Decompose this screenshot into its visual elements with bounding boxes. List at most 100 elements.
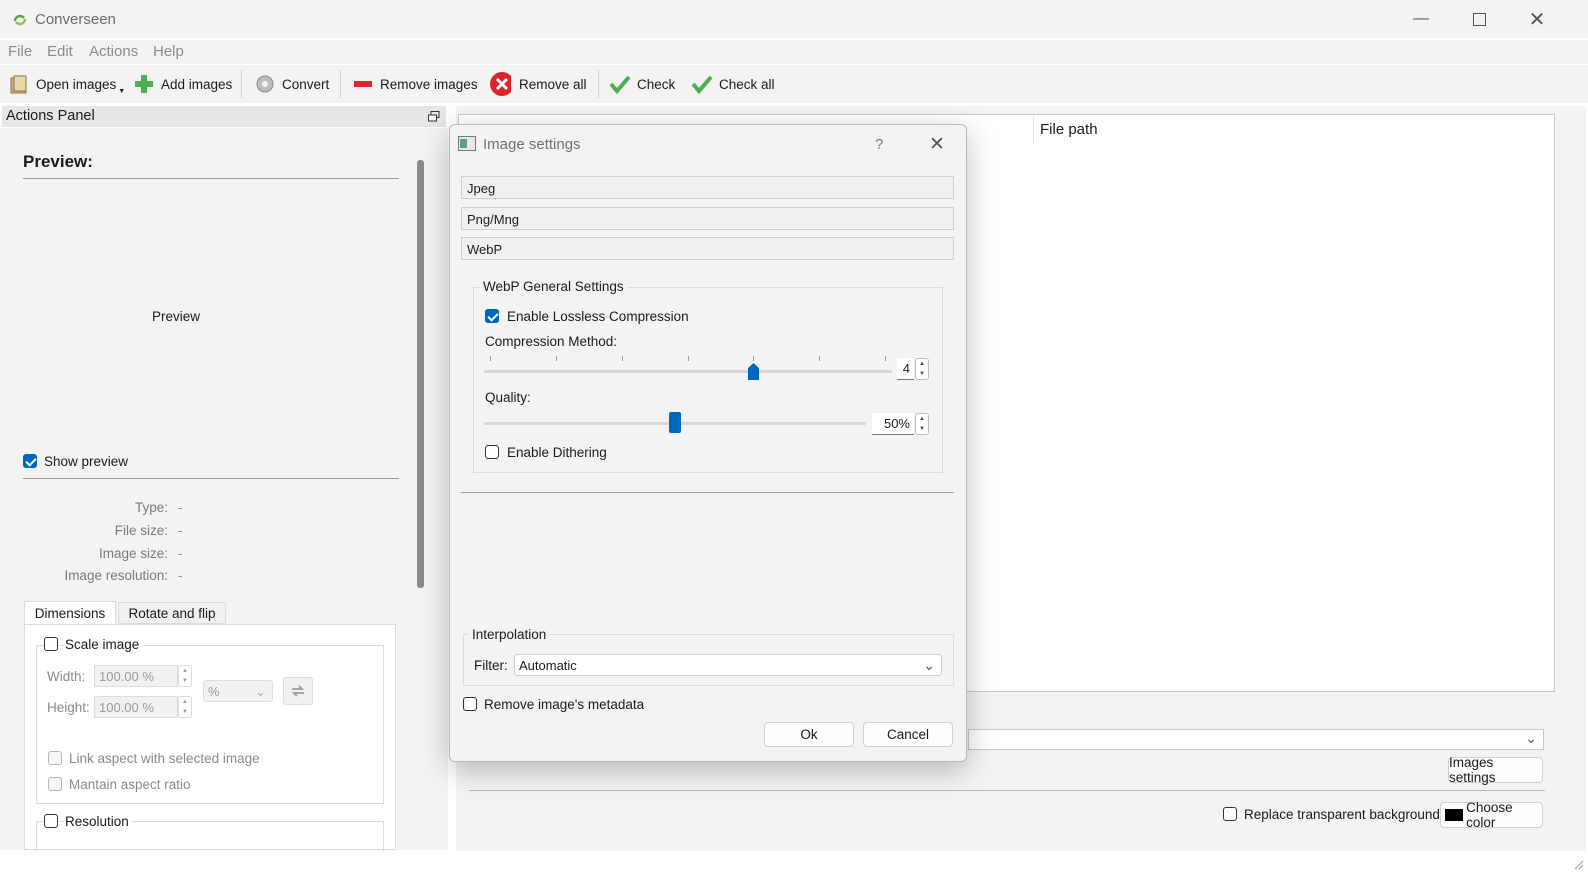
height-input[interactable]: 100.00 %: [94, 696, 178, 718]
add-images-label: Add images: [161, 76, 233, 92]
swap-icon: [291, 685, 305, 697]
close-icon: ✕: [1528, 8, 1546, 31]
resolution-checkbox[interactable]: [44, 814, 58, 828]
quality-input[interactable]: 50%: [872, 413, 914, 435]
show-preview-checkbox[interactable]: [23, 454, 37, 468]
remove-metadata-label: Remove image's metadata: [484, 697, 645, 712]
enable-lossless-label: Enable Lossless Compression: [507, 309, 689, 324]
choose-color-button[interactable]: Choose color: [1440, 800, 1543, 830]
compression-method-slider[interactable]: [484, 353, 892, 383]
slider-tick: [490, 356, 491, 361]
filter-select[interactable]: Automatic ⌄: [514, 654, 942, 676]
check-all-label: Check all: [719, 76, 775, 92]
section-png-mng[interactable]: Png/Mng: [461, 207, 954, 230]
slider-tick: [753, 356, 754, 361]
resize-grip-icon[interactable]: [1574, 858, 1584, 870]
filter-value: Automatic: [519, 658, 577, 673]
dialog-app-icon: [458, 136, 476, 151]
section-webp[interactable]: WebP: [461, 237, 954, 260]
menu-file[interactable]: File: [8, 43, 32, 60]
divider: [469, 790, 1545, 791]
unit-select[interactable]: % ⌄: [203, 680, 273, 702]
toolbar-separator: [340, 70, 341, 98]
dialog-title: Image settings: [483, 136, 581, 153]
image-size-value: -: [178, 546, 183, 561]
scale-image-checkbox[interactable]: [44, 637, 58, 651]
remove-all-button[interactable]: Remove all: [489, 70, 587, 98]
width-input[interactable]: 100.00 %: [94, 665, 178, 687]
close-window-button[interactable]: ✕: [1514, 4, 1560, 34]
quality-label: Quality:: [485, 390, 531, 405]
compression-method-input[interactable]: 4: [897, 358, 914, 380]
down-arrow-icon: ▼: [919, 371, 925, 377]
compression-method-label: Compression Method:: [485, 334, 618, 349]
slider-tick: [819, 356, 820, 361]
gear-icon: [254, 73, 276, 95]
minimize-button[interactable]: —: [1398, 4, 1444, 34]
slider-thumb[interactable]: [669, 412, 681, 433]
file-size-label: File size:: [114, 523, 168, 538]
preview-placeholder: Preview: [152, 309, 201, 324]
minus-icon: [352, 73, 374, 95]
cancel-button[interactable]: Cancel: [863, 722, 953, 747]
slider-track: [484, 370, 892, 373]
actions-panel-scrollbar[interactable]: [417, 160, 424, 588]
width-stepper[interactable]: ▲ ▼: [178, 665, 192, 687]
slider-tick: [556, 356, 557, 361]
dialog-close-button[interactable]: ✕: [929, 133, 945, 156]
enable-dithering-checkbox[interactable]: [485, 445, 499, 459]
compression-method-stepper[interactable]: ▲ ▼: [915, 358, 929, 380]
dialog-help-button[interactable]: ?: [875, 136, 883, 153]
remove-all-icon: [489, 72, 511, 96]
images-settings-button[interactable]: Images settings: [1448, 755, 1543, 785]
image-resolution-label: Image resolution:: [64, 568, 168, 583]
tab-rotate-and-flip[interactable]: Rotate and flip: [118, 602, 226, 624]
check-all-button[interactable]: Check all: [691, 70, 775, 98]
scale-image-label: Scale image: [65, 637, 143, 652]
swap-dimensions-button[interactable]: [283, 677, 313, 705]
down-arrow-icon: ▼: [182, 678, 188, 684]
file-path-column-header[interactable]: File path: [1040, 121, 1098, 138]
menu-actions[interactable]: Actions: [89, 43, 138, 60]
ok-button[interactable]: Ok: [764, 722, 854, 747]
maximize-button[interactable]: [1456, 4, 1502, 34]
plus-icon: [133, 73, 155, 95]
open-folder-icon: [8, 73, 30, 95]
remove-images-button[interactable]: Remove images: [352, 70, 478, 98]
output-format-select[interactable]: ⌄: [968, 729, 1544, 750]
down-arrow-icon: ▼: [919, 426, 925, 432]
check-button[interactable]: Check: [609, 70, 675, 98]
open-images-button[interactable]: Open images ▼: [8, 70, 125, 98]
choose-color-label: Choose color: [1466, 800, 1513, 830]
preview-heading: Preview:: [23, 152, 93, 171]
app-logo-icon: [12, 12, 28, 28]
float-panel-icon[interactable]: [428, 110, 440, 122]
quality-stepper[interactable]: ▲ ▼: [915, 413, 929, 435]
enable-lossless-checkbox[interactable]: [485, 309, 499, 323]
menu-help[interactable]: Help: [153, 43, 184, 60]
chevron-down-icon: ⌄: [255, 684, 266, 699]
maintain-aspect-checkbox[interactable]: [48, 777, 62, 791]
section-jpeg[interactable]: Jpeg: [461, 176, 954, 199]
remove-metadata-checkbox[interactable]: [463, 697, 477, 711]
color-swatch: [1445, 809, 1464, 821]
remove-all-label: Remove all: [519, 76, 587, 92]
add-images-button[interactable]: Add images: [133, 70, 232, 98]
link-aspect-checkbox[interactable]: [48, 751, 62, 765]
up-arrow-icon: ▲: [182, 699, 188, 705]
tab-dimensions[interactable]: Dimensions: [24, 601, 116, 625]
chevron-down-icon: ⌄: [1525, 730, 1537, 746]
replace-transparent-checkbox[interactable]: [1223, 807, 1237, 821]
slider-thumb[interactable]: [748, 363, 759, 380]
height-stepper[interactable]: ▲ ▼: [178, 696, 192, 718]
convert-button[interactable]: Convert: [254, 70, 329, 98]
image-size-label: Image size:: [98, 546, 168, 561]
column-separator: [1033, 116, 1034, 144]
menu-edit[interactable]: Edit: [47, 43, 73, 60]
remove-images-label: Remove images: [380, 76, 478, 92]
menu-bar: [0, 40, 1588, 64]
open-images-label: Open images: [36, 76, 117, 92]
slider-tick: [688, 356, 689, 361]
quality-slider[interactable]: [484, 410, 866, 436]
convert-label: Convert: [282, 76, 330, 92]
